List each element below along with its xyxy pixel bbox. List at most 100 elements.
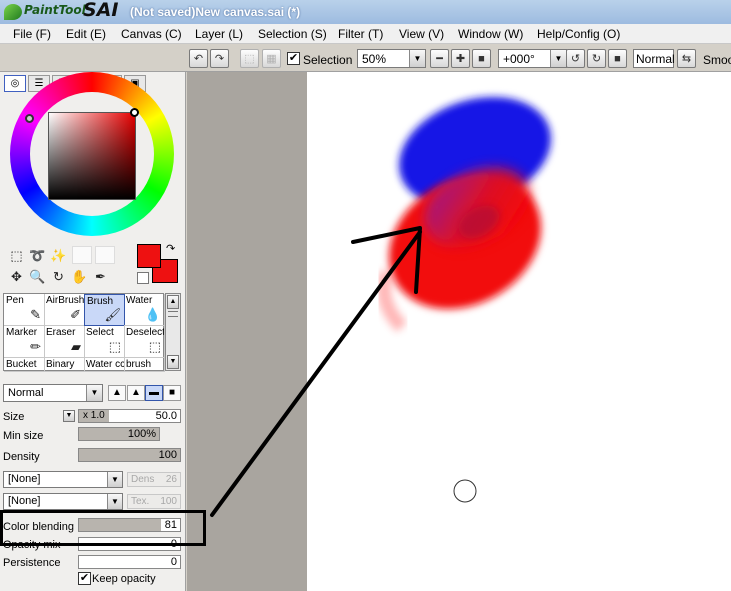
tool-bucket[interactable]: Bucket bbox=[4, 358, 45, 372]
texture-density-value: 26 bbox=[165, 474, 177, 485]
persistence-value: 0 bbox=[170, 556, 177, 568]
tool-brush[interactable]: Brush 🖌 bbox=[84, 294, 125, 326]
menu-selection[interactable]: Selection (S) bbox=[258, 27, 327, 41]
paper-texture-select[interactable]: [None] ▼ bbox=[3, 471, 123, 488]
zoom-icon[interactable]: 🔍 bbox=[28, 267, 47, 286]
tool-label: Eraser bbox=[46, 327, 76, 338]
size-multiplier: x 1.0 bbox=[83, 410, 105, 421]
scroll-down-icon[interactable]: ▼ bbox=[167, 355, 179, 369]
chevron-down-icon: ▼ bbox=[409, 50, 425, 67]
menu-filter[interactable]: Filter (T) bbox=[338, 27, 383, 41]
rotate-reset-icon[interactable]: ■ bbox=[608, 49, 627, 68]
menu-layer[interactable]: Layer (L) bbox=[195, 27, 243, 41]
brush-texture-select[interactable]: [None] ▼ bbox=[3, 493, 123, 510]
menu-file[interactable]: File (F) bbox=[13, 27, 51, 41]
min-size-slider[interactable]: 100% bbox=[78, 427, 160, 441]
hand-icon[interactable]: ✋ bbox=[70, 267, 89, 286]
app-logo: PaintTool SAI bbox=[2, 0, 124, 22]
size-label: Size bbox=[3, 411, 25, 423]
zoom-select[interactable]: 50% ▼ bbox=[357, 49, 426, 68]
rotation-select[interactable]: +000° ▼ bbox=[498, 49, 567, 68]
scroll-thumb[interactable] bbox=[168, 311, 178, 317]
tool-deselect[interactable]: Deselect ⬚ bbox=[124, 326, 165, 358]
brush-shape-soft-icon[interactable]: ▲ bbox=[127, 385, 145, 401]
menu-window[interactable]: Window (W) bbox=[458, 27, 523, 41]
zoom-in-icon[interactable]: ✚ bbox=[451, 49, 470, 68]
top-toolbar: ↶ ↷ ⬚ ▦ ✔ Selection 50% ▼ ━ ✚ ■ +000° ▼ … bbox=[0, 44, 731, 72]
zoom-value: 50% bbox=[362, 52, 387, 66]
texture-density-slider: Dens 26 bbox=[127, 472, 181, 487]
zoom-out-icon[interactable]: ━ bbox=[430, 49, 449, 68]
eyedropper-icon[interactable]: ✒ bbox=[91, 267, 110, 286]
tool-marker[interactable]: Marker ✏ bbox=[4, 326, 45, 358]
view-mode-select[interactable]: Normal bbox=[633, 49, 675, 68]
annotation-highlight-box bbox=[0, 510, 206, 546]
menu-edit[interactable]: Edit (E) bbox=[66, 27, 106, 41]
empty-tool-slot bbox=[72, 246, 92, 264]
menu-view[interactable]: View (V) bbox=[399, 27, 444, 41]
persistence-label: Persistence bbox=[3, 557, 61, 569]
chevron-down-icon: ▼ bbox=[86, 385, 102, 401]
transparent-color-icon[interactable] bbox=[137, 272, 149, 284]
size-slider[interactable]: x 1.0 50.0 bbox=[78, 409, 181, 423]
tool-custom-brush[interactable]: brush bbox=[124, 358, 165, 372]
saturation-value-box[interactable] bbox=[48, 112, 136, 200]
primary-color-swatch[interactable] bbox=[137, 244, 161, 268]
tool-airbrush[interactable]: AirBrush ✐ bbox=[44, 294, 85, 326]
rotation-value: +000° bbox=[503, 52, 535, 66]
marquee-icon[interactable]: ⬚ bbox=[7, 246, 26, 265]
deselect-icon[interactable]: ⬚ bbox=[240, 49, 259, 68]
undo-icon[interactable]: ↶ bbox=[189, 49, 208, 68]
size-preset-chevron-icon[interactable]: ▼ bbox=[63, 410, 75, 422]
tool-label: Marker bbox=[6, 327, 38, 338]
canvas-viewport[interactable] bbox=[187, 72, 731, 591]
chevron-down-icon: ▼ bbox=[107, 494, 122, 509]
lasso-icon[interactable]: ➰ bbox=[28, 246, 47, 265]
move-icon[interactable]: ✥ bbox=[7, 267, 26, 286]
chevron-down-icon: ▼ bbox=[107, 472, 122, 487]
min-size-label: Min size bbox=[3, 430, 44, 442]
selection-checkbox[interactable]: ✔ bbox=[287, 52, 300, 65]
redo-icon[interactable]: ↷ bbox=[210, 49, 229, 68]
tool-eraser[interactable]: Eraser ▰ bbox=[44, 326, 85, 358]
brush-shape-square-icon[interactable]: ■ bbox=[163, 385, 181, 401]
rotate-left-icon[interactable]: ↺ bbox=[566, 49, 585, 68]
min-size-value: 100% bbox=[127, 428, 156, 440]
brush-shape-sharp-icon[interactable]: ▲ bbox=[108, 385, 126, 401]
tool-label: Binary bbox=[46, 359, 75, 370]
rotate-icon[interactable]: ↻ bbox=[49, 267, 68, 286]
brush-grid-scrollbar[interactable]: ▲ ▼ bbox=[165, 293, 181, 371]
swap-colors-icon[interactable]: ↷ bbox=[166, 242, 175, 255]
color-wheel-tab-icon[interactable]: ◎ bbox=[4, 75, 26, 92]
tool-binary[interactable]: Binary bbox=[44, 358, 85, 372]
chevron-down-icon: ▼ bbox=[550, 50, 566, 67]
magic-wand-icon[interactable]: ✨ bbox=[49, 246, 68, 265]
menu-help-config[interactable]: Help/Config (O) bbox=[537, 27, 620, 41]
tool-water[interactable]: Water 💧 bbox=[124, 294, 165, 326]
canvas-paper[interactable] bbox=[307, 72, 731, 591]
tool-pen[interactable]: Pen ✎ bbox=[4, 294, 45, 326]
tool-label: Water bbox=[126, 295, 153, 306]
brush-shape-flat-icon[interactable]: ▬ bbox=[145, 385, 163, 401]
scroll-up-icon[interactable]: ▲ bbox=[167, 295, 179, 309]
zoom-reset-icon[interactable]: ■ bbox=[472, 49, 491, 68]
airbrush-icon: ✐ bbox=[70, 307, 81, 322]
pen-icon: ✎ bbox=[30, 307, 41, 322]
persistence-slider[interactable]: 0 bbox=[78, 555, 181, 569]
brush-cursor-circle bbox=[453, 479, 477, 503]
menu-canvas[interactable]: Canvas (C) bbox=[121, 27, 182, 41]
tool-water-color[interactable]: Water cc bbox=[84, 358, 125, 372]
sv-marker[interactable] bbox=[25, 114, 34, 123]
density-slider[interactable]: 100 bbox=[78, 448, 181, 462]
tool-label: Select bbox=[86, 327, 114, 338]
invert-selection-icon[interactable]: ▦ bbox=[262, 49, 281, 68]
hue-marker[interactable] bbox=[130, 108, 139, 117]
tool-label: AirBrush bbox=[46, 295, 85, 306]
tool-select[interactable]: Select ⬚ bbox=[84, 326, 125, 358]
tool-label: Brush bbox=[87, 296, 114, 307]
window-title: (Not saved)New canvas.sai (*) bbox=[130, 5, 301, 19]
flip-icon[interactable]: ⇆ bbox=[677, 49, 696, 68]
brush-blend-select[interactable]: Normal ▼ bbox=[3, 384, 103, 402]
rotate-right-icon[interactable]: ↻ bbox=[587, 49, 606, 68]
keep-opacity-checkbox[interactable]: ✔ bbox=[78, 572, 91, 585]
